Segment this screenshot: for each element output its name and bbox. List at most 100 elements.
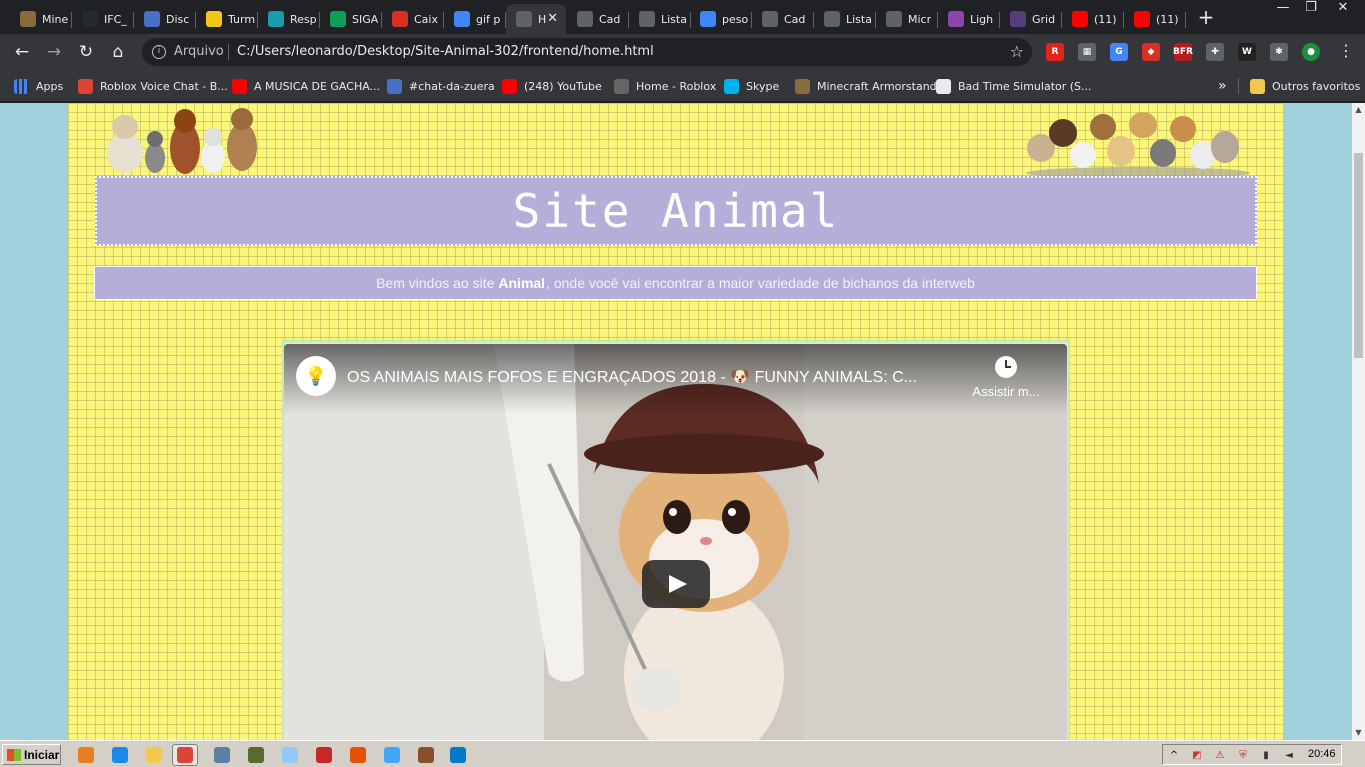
browser-tab[interactable]: peso: [690, 4, 752, 34]
watch-later-label: Assistir m...: [972, 384, 1040, 399]
scroll-thumb[interactable]: [1354, 153, 1363, 358]
browser-tab[interactable]: Grid: [1000, 4, 1062, 34]
browser-tab[interactable]: Ligh: [938, 4, 1000, 34]
browser-tab[interactable]: (11): [1062, 4, 1124, 34]
tab-title: (11): [1156, 12, 1179, 26]
browser-tab[interactable]: Lista: [814, 4, 876, 34]
tab-title: Lista: [846, 12, 872, 26]
start-button[interactable]: Iniciar: [2, 744, 61, 765]
url-text[interactable]: C:/Users/leonardo/Desktop/Site-Animal-30…: [237, 44, 654, 59]
bookmark-label: Roblox Voice Chat - B...: [100, 79, 228, 93]
media-player-icon[interactable]: [76, 745, 96, 765]
bookmark-item[interactable]: #chat-da-zuera: [387, 78, 495, 94]
bookmarks-divider: [1238, 78, 1239, 94]
google-translate-icon[interactable]: G: [1110, 43, 1128, 61]
bfr-ext-icon[interactable]: BFR: [1173, 43, 1193, 61]
bookmark-item[interactable]: Bad Time Simulator (S...: [936, 78, 1092, 94]
bookmark-item[interactable]: A MUSICA DE GACHA...: [232, 78, 380, 94]
chrome-icon[interactable]: [172, 744, 198, 766]
keyboard-ext-icon[interactable]: ▦: [1078, 43, 1096, 61]
scroll-up-arrow-icon[interactable]: ▲: [1352, 103, 1365, 117]
browser-tab[interactable]: SIGA: [320, 4, 382, 34]
signal-icon[interactable]: ▮: [1259, 748, 1273, 762]
antivirus-icon[interactable]: ◩: [1190, 748, 1204, 762]
bookmark-label: Bad Time Simulator (S...: [958, 79, 1092, 93]
browser-tab[interactable]: IFC_: [72, 4, 134, 34]
browser-tab[interactable]: Mine: [10, 4, 72, 34]
browser-tab[interactable]: (11): [1124, 4, 1186, 34]
volume-icon[interactable]: ◄: [1282, 748, 1296, 762]
stickman-icon[interactable]: [416, 745, 436, 765]
forward-icon[interactable]: →: [42, 40, 66, 64]
welcome-text-start: Bem vindos ao site: [376, 275, 495, 291]
watch-later-button[interactable]: Assistir m...: [961, 356, 1051, 399]
browser-tab[interactable]: Cad: [567, 4, 629, 34]
browser-tab[interactable]: Disc: [134, 4, 196, 34]
bookmark-item[interactable]: Minecraft Armorstand: [795, 78, 937, 94]
other-bookmarks-folder[interactable]: Outros favoritos: [1250, 78, 1360, 94]
tab-title: Turm: [228, 12, 256, 26]
file-explorer-icon[interactable]: [144, 745, 164, 765]
browser-tab[interactable]: Lista: [629, 4, 691, 34]
gmail-icon: [392, 11, 408, 27]
show-hidden-icon[interactable]: ^: [1167, 748, 1181, 762]
bookmark-item[interactable]: Home - Roblox: [614, 78, 716, 94]
play-button[interactable]: [642, 560, 710, 608]
info-icon[interactable]: i: [152, 45, 166, 59]
wappalyzer-icon[interactable]: W: [1238, 43, 1256, 61]
calculator-icon[interactable]: [212, 745, 232, 765]
browser-tab[interactable]: gif p: [444, 4, 506, 34]
welcome-text-end: , onde você vai encontrar a maior varied…: [546, 275, 975, 291]
browser-tab[interactable]: Cad: [752, 4, 814, 34]
roblox-ext-icon[interactable]: R: [1046, 43, 1064, 61]
firefox-icon[interactable]: [348, 745, 368, 765]
tab-title: peso: [722, 12, 749, 26]
address-bar[interactable]: i Arquivo C:/Users/leonardo/Desktop/Site…: [142, 38, 1032, 66]
bookmark-item[interactable]: Skype: [724, 78, 779, 94]
video-title[interactable]: OS ANIMAIS MAIS FOFOS E ENGRAÇADOS 2018 …: [347, 367, 947, 387]
extensions-icon[interactable]: ✱: [1270, 43, 1288, 61]
new-tab-button[interactable]: +: [1195, 6, 1217, 28]
record-icon[interactable]: [314, 745, 334, 765]
globe-icon: [577, 11, 593, 27]
reload-icon[interactable]: ↻: [74, 40, 98, 64]
bookmarks-overflow-icon[interactable]: »: [1218, 78, 1227, 94]
page-scrollbar[interactable]: ▲ ▼: [1352, 103, 1365, 740]
bookmark-item[interactable]: Apps: [14, 78, 63, 94]
embedded-youtube-video[interactable]: 💡 OS ANIMAIS MAIS FOFOS E ENGRAÇADOS 201…: [284, 344, 1067, 740]
paint-icon[interactable]: [382, 745, 402, 765]
security-alert-icon[interactable]: ⛨: [1236, 748, 1250, 762]
shield-ext-icon[interactable]: ◆: [1142, 43, 1160, 61]
chrome-icon: [78, 78, 93, 94]
bookmark-item[interactable]: (248) YouTube: [502, 78, 602, 94]
puzzle-piece-ext-icon[interactable]: ✚: [1206, 43, 1224, 61]
classroom-person-icon: [268, 11, 284, 27]
browser-tab[interactable]: Resp: [258, 4, 320, 34]
tab-strip: Mine IFC_ Disc Turm Resp SIGA Caix gif p H ✕ Cad Li…: [0, 0, 1365, 34]
address-divider: [228, 44, 229, 60]
browser-tab[interactable]: Turm: [196, 4, 258, 34]
profile-avatar-icon[interactable]: ●: [1302, 43, 1320, 61]
browser-tab[interactable]: Caix: [382, 4, 444, 34]
bookmark-item[interactable]: Roblox Voice Chat - B...: [78, 78, 228, 94]
close-window-button[interactable]: ✕: [1328, 0, 1358, 18]
taskbar-clock[interactable]: 20:46: [1308, 748, 1336, 760]
browser-tab[interactable]: H ✕: [506, 4, 566, 34]
restore-button[interactable]: ❐: [1296, 0, 1326, 18]
network-warning-icon[interactable]: ⚠: [1213, 748, 1227, 762]
bookmark-label: Skype: [746, 79, 780, 93]
bookmark-star-icon[interactable]: ☆: [1010, 42, 1024, 61]
notepad-icon[interactable]: [280, 745, 300, 765]
back-icon[interactable]: ←: [10, 40, 34, 64]
menu-kebab-icon[interactable]: ⋮: [1338, 41, 1354, 60]
vscode-icon[interactable]: [448, 745, 468, 765]
internet-explorer-icon[interactable]: [110, 745, 130, 765]
home-icon[interactable]: ⌂: [106, 40, 130, 64]
browser-tab[interactable]: Micr: [876, 4, 938, 34]
scroll-down-arrow-icon[interactable]: ▼: [1352, 726, 1365, 740]
minimize-button[interactable]: —: [1268, 0, 1298, 18]
close-tab-icon[interactable]: ✕: [547, 11, 558, 26]
lightbulb-icon[interactable]: 💡: [296, 356, 336, 396]
minecraft-icon[interactable]: [246, 745, 266, 765]
bookmark-label: (248) YouTube: [524, 79, 602, 93]
